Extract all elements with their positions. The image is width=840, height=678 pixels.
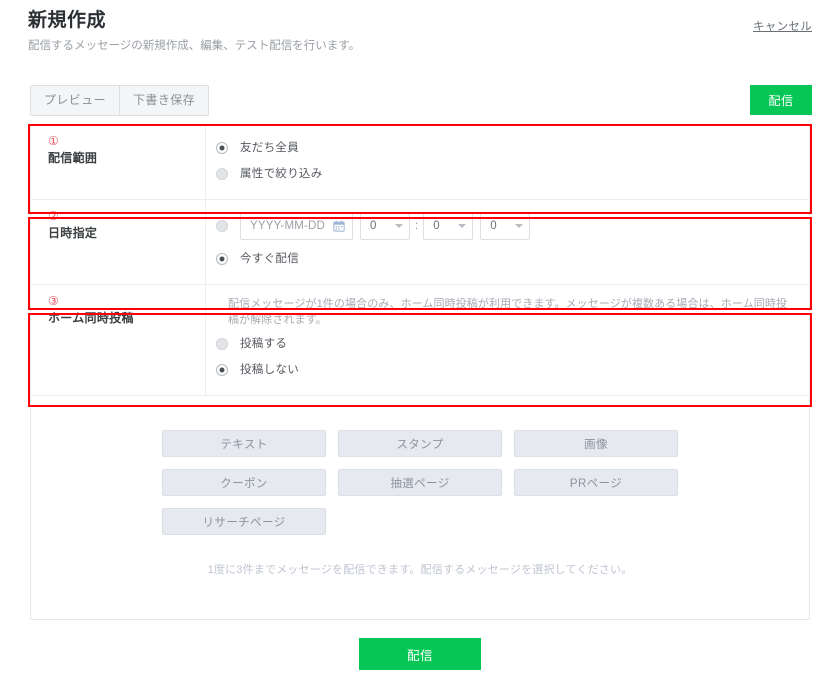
radio-filter-by-attribute-input[interactable] (216, 167, 228, 180)
toolbar-button-group: プレビュー 下書き保存 (30, 85, 210, 116)
message-type-hint: 1度に3件までメッセージを配信できます。配信するメッセージを選択してください。 (207, 564, 633, 576)
schedule-datetime-row: YYYY-MM-DD 0: 0 0 (216, 211, 793, 241)
save-draft-button[interactable]: 下書き保存 (120, 86, 209, 115)
section-delivery-scope: ① 配信範囲 友だち全員 属性で絞り込み (31, 125, 809, 200)
radio-all-friends[interactable]: 友だち全員 (216, 136, 793, 159)
message-type-grid: テキスト スタンプ 画像 クーポン 抽選ページ PRページ リサーチページ (162, 430, 678, 535)
radio-all-friends-input[interactable] (216, 141, 228, 154)
minute-select-value: 0 (433, 220, 440, 232)
section-marker-1: ① (48, 134, 59, 148)
radio-post-no-input[interactable] (216, 363, 228, 376)
hour-select-value: 0 (370, 220, 377, 232)
message-type-area: テキスト スタンプ 画像 クーポン 抽選ページ PRページ リサーチページ 1度… (31, 396, 809, 577)
message-type-lottery-page[interactable]: 抽選ページ (338, 469, 502, 496)
section-label-home-post: ③ ホーム同時投稿 (31, 285, 206, 395)
second-select-value: 0 (490, 220, 497, 232)
chevron-down-icon (395, 224, 403, 228)
section-body-delivery-scope: 友だち全員 属性で絞り込み (206, 125, 809, 199)
radio-all-friends-label: 友だち全員 (240, 141, 299, 154)
radio-post-yes-label: 投稿する (240, 337, 288, 350)
deliver-button-top[interactable]: 配信 (750, 85, 812, 115)
section-marker-3: ③ (48, 294, 59, 308)
hour-select[interactable]: 0 (360, 212, 410, 240)
message-type-image[interactable]: 画像 (514, 430, 678, 457)
radio-post-yes[interactable]: 投稿する (216, 332, 793, 355)
radio-filter-by-attribute[interactable]: 属性で絞り込み (216, 162, 793, 185)
chevron-down-icon (515, 224, 524, 228)
page-subtitle: 配信するメッセージの新規作成、編集、テスト配信を行います。 (28, 40, 361, 52)
section-label-schedule: ② 日時指定 (31, 200, 206, 284)
section-label-delivery-scope: ① 配信範囲 (31, 125, 206, 199)
minute-select[interactable]: 0 (423, 212, 474, 240)
message-type-pr-page[interactable]: PRページ (514, 469, 678, 496)
radio-post-no[interactable]: 投稿しない (216, 358, 793, 381)
section-title-delivery-scope: 配信範囲 (48, 151, 98, 165)
section-title-home-post: ホーム同時投稿 (48, 311, 134, 325)
chevron-down-icon (458, 224, 467, 228)
form-panel: ① 配信範囲 友だち全員 属性で絞り込み ② 日時指定 YYYY-MM-DD 0… (30, 124, 810, 620)
home-post-help-text: 配信メッセージが1件の場合のみ、ホーム同時投稿が利用できます。メッセージが複数あ… (228, 298, 788, 326)
page-title: 新規作成 (28, 10, 107, 31)
message-type-text[interactable]: テキスト (162, 430, 326, 457)
section-marker-2: ② (48, 209, 59, 223)
page-header: 新規作成 配信するメッセージの新規作成、編集、テスト配信を行います。 キャンセル (28, 8, 812, 54)
radio-filter-by-attribute-label: 属性で絞り込み (240, 167, 323, 180)
message-type-sticker[interactable]: スタンプ (338, 430, 502, 457)
message-type-coupon[interactable]: クーポン (162, 469, 326, 496)
date-input-placeholder: YYYY-MM-DD (250, 220, 326, 232)
submit-area: 配信 (0, 638, 840, 670)
section-body-home-post: 配信メッセージが1件の場合のみ、ホーム同時投稿が利用できます。メッセージが複数あ… (206, 285, 809, 395)
message-type-research-page[interactable]: リサーチページ (162, 508, 326, 535)
calendar-icon (333, 220, 345, 232)
section-home-post: ③ ホーム同時投稿 配信メッセージが1件の場合のみ、ホーム同時投稿が利用できます… (31, 285, 809, 396)
radio-deliver-now-label: 今すぐ配信 (240, 252, 299, 265)
date-input[interactable]: YYYY-MM-DD (240, 212, 353, 240)
time-separator: : (415, 220, 419, 232)
second-select[interactable]: 0 (480, 212, 531, 240)
radio-post-yes-input[interactable] (216, 337, 228, 350)
cancel-link[interactable]: キャンセル (753, 18, 812, 34)
section-title-schedule: 日時指定 (48, 226, 98, 240)
radio-scheduled-delivery-input[interactable] (216, 220, 228, 232)
radio-deliver-now-input[interactable] (216, 252, 228, 265)
section-body-schedule: YYYY-MM-DD 0: 0 0 今すぐ配信 (206, 200, 809, 284)
radio-post-no-label: 投稿しない (240, 363, 299, 376)
radio-deliver-now[interactable]: 今すぐ配信 (216, 247, 793, 270)
section-schedule: ② 日時指定 YYYY-MM-DD 0: 0 0 今すぐ配信 (31, 200, 809, 285)
toolbar: プレビュー 下書き保存 配信 (30, 85, 812, 116)
preview-button[interactable]: プレビュー (31, 86, 121, 115)
deliver-button-bottom[interactable]: 配信 (359, 638, 481, 670)
